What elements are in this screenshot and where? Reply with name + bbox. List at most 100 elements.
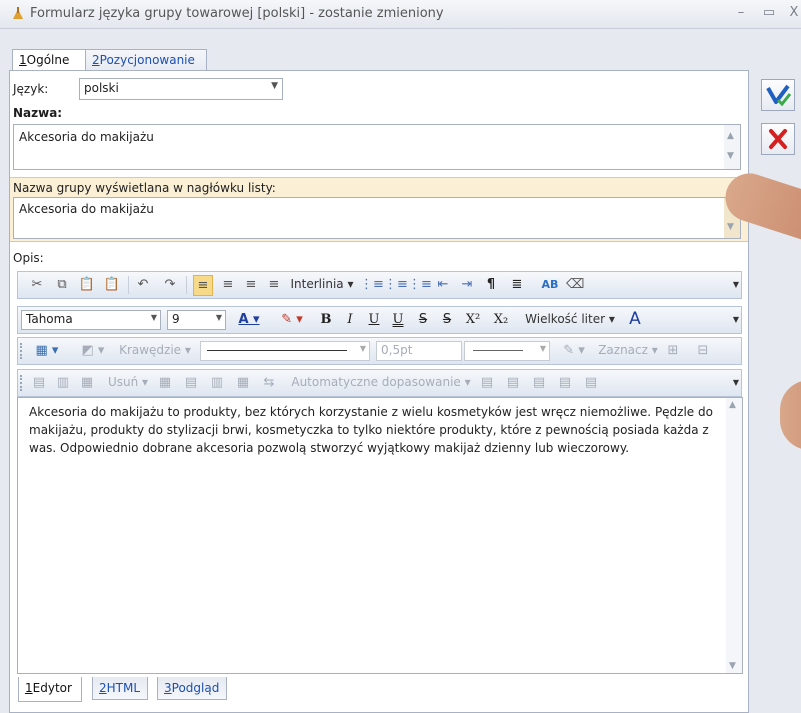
bullet-list-icon[interactable]: ⋮≡ [384,275,408,294]
cell-align-4-icon[interactable]: ▤ [556,373,574,392]
toolbar-overflow-icon[interactable]: ▼ [733,280,739,289]
cell-align-1-icon[interactable]: ▤ [478,373,496,392]
cancel-button[interactable] [761,123,795,155]
grid-icon[interactable]: ⊞ [664,341,682,360]
redo-icon[interactable]: ↷ [161,275,179,294]
autofit-dropdown[interactable]: Automatyczne dopasowanie ▾ [288,373,474,392]
align-center-icon[interactable]: ≡ [219,275,237,294]
borders-dropdown[interactable]: Krawędzie ▾ [116,341,194,360]
scroll-down-icon[interactable]: ▼ [727,222,734,232]
language-label: Język: [13,82,49,96]
chevron-down-icon: ▼ [271,81,278,91]
table-insert-icon[interactable]: ▦ [234,373,252,392]
chevron-down-icon: ▼ [539,344,546,353]
toolbar-grip[interactable] [20,375,25,391]
strikethrough-icon[interactable]: S̶ [414,310,432,329]
pen-color-icon[interactable]: ✎ ▾ [556,341,592,360]
table-properties-icon[interactable]: ⊟ [694,341,712,360]
align-left-icon[interactable]: ≡ [193,275,213,296]
editor-toolbar-1: ✂ ⧉ 📋 📋 ↶ ↷ ≡ ≡ ≡ ≡ Interlinia ▾ ⋮≡ ⋮≡ ⋮… [17,271,742,299]
toolbar-overflow-icon[interactable]: ▼ [733,315,739,324]
border-style-select[interactable]: ▼ [200,341,370,361]
double-underline-button[interactable]: U [390,310,406,329]
header-name-label: Nazwa grupy wyświetlana w nagłówku listy… [13,181,276,195]
line-spacing-dropdown[interactable]: Interlinia ▾ [288,275,356,294]
toolbar-grip[interactable] [20,343,25,359]
split-cells-icon[interactable]: ▤ [182,373,200,392]
numbered-list-icon[interactable]: ⋮≡ [360,275,384,294]
border-width-select[interactable]: 0,5pt [376,341,462,361]
pilcrow-icon[interactable]: ¶ [482,275,500,294]
shading-icon[interactable]: ◩ ▾ [76,341,110,360]
delete-dropdown[interactable]: Usuń ▾ [106,373,150,392]
name-scrollbar[interactable]: ▲ ▼ [724,125,740,169]
title-bar: Formularz języka grupy towarowej [polski… [0,0,801,29]
maximize-button[interactable]: ▭ [760,4,778,22]
tab-preview-key: 3 [164,681,172,695]
editor-content[interactable]: Akcesoria do makijażu to produkty, bez k… [29,403,719,457]
font-case-dropdown[interactable]: Wielkość liter ▾ [520,310,620,329]
scroll-up-icon[interactable]: ▲ [727,131,734,141]
decrease-indent-icon[interactable]: ⇤ [434,275,452,294]
insert-column-icon[interactable]: ▥ [54,373,72,392]
font-family-select[interactable]: Tahoma ▼ [21,310,161,330]
tab-general[interactable]: 1Ogólne [12,49,86,72]
name-field[interactable]: Akcesoria do makijażu ▲ ▼ [13,124,741,170]
toolbar-separator [128,276,129,294]
italic-button[interactable]: I [342,310,358,329]
language-select[interactable]: polski ▼ [79,78,283,100]
eraser-icon[interactable]: ⌫ [566,275,584,294]
split-table-icon[interactable]: ▥ [208,373,226,392]
editor-toolbar-3: ▦ ▾ ◩ ▾ Krawędzie ▾ ▼ 0,5pt ▼ ✎ ▾ Zaznac… [17,337,742,365]
editor-toolbar-4: ▤ ▥ ▦ Usuń ▾ ▦ ▤ ▥ ▦ ⇆ Automatyczne dopa… [17,369,742,397]
align-right-icon[interactable]: ≡ [242,275,260,294]
merge-cells-icon[interactable]: ▦ [156,373,174,392]
table-move-icon[interactable]: ⇆ [260,373,278,392]
app-icon [13,7,23,19]
select-label: Zaznacz [598,343,648,357]
header-name-field[interactable]: Akcesoria do makijażu ▼ [13,197,741,239]
increase-indent-icon[interactable]: ⇥ [458,275,476,294]
font-size-select[interactable]: 9 ▼ [167,310,226,330]
spellcheck-icon[interactable]: AB [540,275,560,294]
tab-html[interactable]: 2HTML [92,677,148,700]
save-button[interactable] [761,79,795,111]
insert-row-icon[interactable]: ▤ [30,373,48,392]
scroll-up-icon[interactable]: ▲ [729,400,736,410]
cell-align-3-icon[interactable]: ▤ [530,373,548,392]
cell-align-5-icon[interactable]: ▤ [582,373,600,392]
copy-icon[interactable]: ⧉ [53,275,71,294]
border-line-select[interactable]: ▼ [464,341,550,361]
paste-icon[interactable]: 📋 [78,275,96,294]
underline-button[interactable]: U [366,310,382,329]
close-button[interactable]: X [785,4,801,22]
cancel-icon [769,129,787,149]
justify-icon[interactable]: ≡ [265,275,283,294]
multilevel-list-icon[interactable]: ⋮≡ [408,275,432,294]
insert-cell-icon[interactable]: ▦ [78,373,96,392]
bold-button[interactable]: B [318,310,334,329]
undo-icon[interactable]: ↶ [134,275,152,294]
scroll-down-icon[interactable]: ▼ [729,661,736,671]
chevron-down-icon: ▼ [150,313,157,322]
grow-font-icon[interactable]: A [624,310,646,329]
cut-icon[interactable]: ✂ [28,275,46,294]
tab-preview[interactable]: 3Podgląd [157,677,227,700]
scroll-down-icon[interactable]: ▼ [727,151,734,161]
tab-positioning[interactable]: 2Pozycjonowanie [85,49,207,71]
subscript-button[interactable]: X₂ [490,310,512,329]
tab-editor[interactable]: 1Edytor [18,677,82,702]
highlight-color-icon[interactable]: ✎ ▾ [274,310,310,329]
select-dropdown[interactable]: Zaznacz ▾ [598,341,658,360]
minimize-button[interactable]: – [732,4,750,22]
font-color-icon[interactable]: A ▾ [234,310,264,329]
rich-text-editor[interactable]: Akcesoria do makijażu to produkty, bez k… [17,397,743,674]
cell-align-2-icon[interactable]: ▤ [504,373,522,392]
paste-special-icon[interactable]: 📋 [103,275,121,294]
rtl-icon[interactable]: ≣ [508,275,526,294]
table-icon[interactable]: ▦ ▾ [30,341,64,360]
toolbar-overflow-icon[interactable]: ▼ [733,378,739,387]
editor-scrollbar[interactable]: ▲ ▼ [726,398,742,673]
superscript-button[interactable]: X² [462,310,484,329]
double-strikethrough-icon[interactable]: S̶ [438,310,456,329]
